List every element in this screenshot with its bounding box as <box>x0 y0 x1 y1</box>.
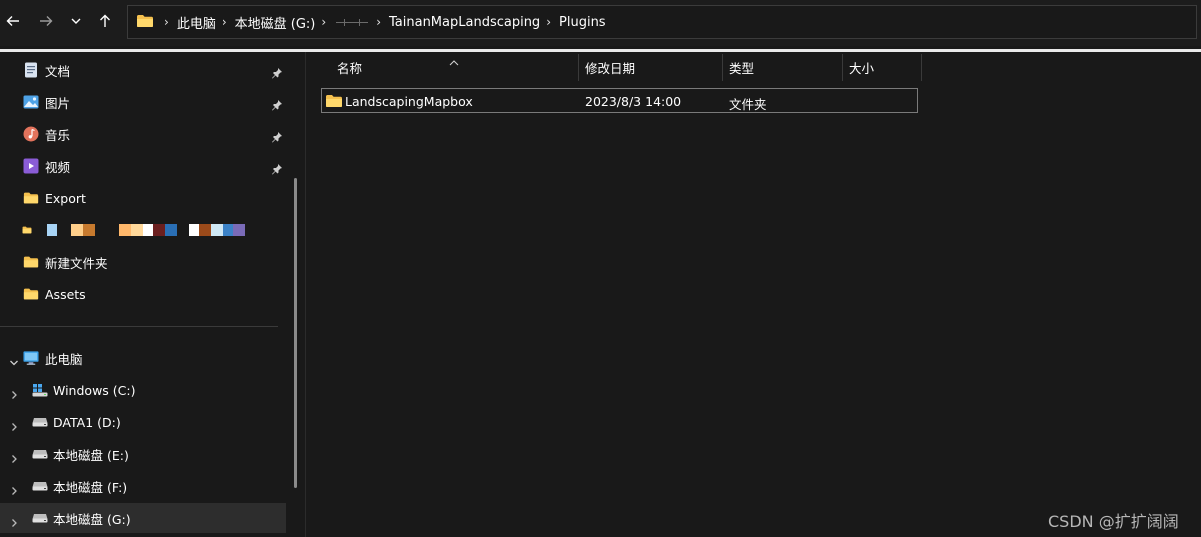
sidebar-item-assets[interactable]: Assets <box>0 279 286 309</box>
sidebar-item-redacted-folder[interactable] <box>0 215 286 245</box>
folder-icon <box>325 93 343 112</box>
breadcrumb-separator[interactable]: › <box>321 15 326 29</box>
breadcrumb-separator[interactable]: › <box>222 15 227 29</box>
breadcrumb-drive-g[interactable]: 本地磁盘 (G:) <box>235 13 316 32</box>
redacted-label <box>47 224 245 236</box>
chevron-right-icon[interactable] <box>9 513 19 532</box>
folder-icon <box>23 254 39 270</box>
sidebar-item-label: 图片 <box>45 95 71 111</box>
videos-icon <box>23 158 39 174</box>
sidebar-item-drive-d[interactable]: DATA1 (D:) <box>0 407 286 437</box>
address-bar[interactable]: › 此电脑 › 本地磁盘 (G:) › › TainanMapLandscapi… <box>127 5 1197 39</box>
sidebar-item-label: 音乐 <box>45 127 71 143</box>
pin-icon[interactable] <box>271 128 283 147</box>
column-header-size[interactable]: 大小 <box>849 54 919 81</box>
pin-icon[interactable] <box>271 96 283 115</box>
navigation-bar: › 此电脑 › 本地磁盘 (G:) › › TainanMapLandscapi… <box>0 0 1201 46</box>
sidebar-item-label: DATA1 (D:) <box>53 414 121 430</box>
column-separator[interactable] <box>921 54 922 81</box>
drive-icon <box>32 510 48 526</box>
pane-divider[interactable] <box>305 52 306 537</box>
breadcrumb-separator[interactable]: › <box>376 15 381 29</box>
column-separator[interactable] <box>722 54 723 81</box>
arrow-left-icon <box>6 16 19 26</box>
file-row[interactable]: LandscapingMapbox 2023/8/3 14:00 文件夹 <box>321 88 918 113</box>
file-type: 文件夹 <box>729 97 767 112</box>
column-header-date[interactable]: 修改日期 <box>585 54 715 81</box>
sidebar-item-drive-e[interactable]: 本地磁盘 (E:) <box>0 439 286 469</box>
folder-icon <box>23 286 39 302</box>
column-header-name[interactable]: 名称 <box>337 54 577 81</box>
sidebar-item-drive-f[interactable]: 本地磁盘 (F:) <box>0 471 286 501</box>
drive-icon <box>32 446 48 462</box>
chevron-right-icon[interactable] <box>9 417 19 436</box>
document-icon <box>23 62 39 78</box>
sidebar-item-label: 新建文件夹 <box>45 255 108 271</box>
arrow-up-icon <box>100 14 110 27</box>
sidebar-item-videos[interactable]: 视频 <box>0 151 286 181</box>
sidebar-item-label: 文档 <box>45 63 71 79</box>
forward-button[interactable] <box>35 8 57 34</box>
chevron-right-icon[interactable] <box>9 481 19 500</box>
sidebar-item-new-folder[interactable]: 新建文件夹 <box>0 247 286 277</box>
sidebar-divider <box>0 326 278 327</box>
chevron-right-icon[interactable] <box>9 385 19 404</box>
breadcrumb-redacted-folder[interactable] <box>334 15 370 29</box>
drive-icon <box>32 414 48 430</box>
column-separator[interactable] <box>578 54 579 81</box>
chevron-down-icon <box>71 18 81 24</box>
sidebar-item-export[interactable]: Export <box>0 183 286 213</box>
breadcrumb-plugins[interactable]: Plugins <box>559 15 606 30</box>
sidebar-item-pictures[interactable]: 图片 <box>0 87 286 117</box>
chevron-right-icon[interactable] <box>9 449 19 468</box>
file-date: 2023/8/3 14:00 <box>585 94 682 109</box>
breadcrumb-separator[interactable]: › <box>164 15 169 29</box>
pin-icon[interactable] <box>271 64 283 83</box>
windows-drive-icon <box>32 382 48 398</box>
sidebar-item-music[interactable]: 音乐 <box>0 119 286 149</box>
sidebar-item-label: 视频 <box>45 159 71 175</box>
file-name: LandscapingMapbox <box>345 94 473 109</box>
arrow-right-icon <box>40 16 53 26</box>
music-icon <box>23 126 39 142</box>
sidebar-scrollbar[interactable] <box>294 178 297 488</box>
chevron-down-icon[interactable] <box>9 353 19 372</box>
folder-icon <box>22 222 32 238</box>
watermark: CSDN @扩扩阔阔 <box>1048 512 1179 531</box>
column-separator[interactable] <box>842 54 843 81</box>
sidebar-item-label: Export <box>45 190 86 206</box>
sidebar-item-drive-g[interactable]: 本地磁盘 (G:) <box>0 503 286 533</box>
folder-icon <box>136 13 154 32</box>
recent-locations-button[interactable] <box>65 8 87 34</box>
pictures-icon <box>23 94 39 110</box>
sidebar-item-label: 本地磁盘 (F:) <box>53 479 128 495</box>
pin-icon[interactable] <box>271 160 283 179</box>
breadcrumb-this-pc[interactable]: 此电脑 <box>177 13 216 32</box>
breadcrumb-tainan[interactable]: TainanMapLandscaping <box>389 15 540 30</box>
up-button[interactable] <box>94 8 116 34</box>
sidebar-item-label: 本地磁盘 (G:) <box>53 511 131 527</box>
sidebar-item-label: 此电脑 <box>45 351 83 367</box>
computer-icon <box>23 350 39 366</box>
breadcrumb-separator[interactable]: › <box>546 15 551 29</box>
drive-icon <box>32 478 48 494</box>
sidebar-item-label: 本地磁盘 (E:) <box>53 447 129 463</box>
column-header-type[interactable]: 类型 <box>729 54 839 81</box>
sidebar-item-this-pc[interactable]: 此电脑 <box>0 343 286 373</box>
file-explorer-window: › 此电脑 › 本地磁盘 (G:) › › TainanMapLandscapi… <box>0 0 1201 537</box>
folder-icon <box>23 190 39 206</box>
back-button[interactable] <box>2 8 24 34</box>
sidebar-item-label: Windows (C:) <box>53 382 136 398</box>
sidebar-item-documents[interactable]: 文档 <box>0 55 286 85</box>
sidebar-item-label: Assets <box>45 286 86 302</box>
navigation-pane: 文档 图片 音乐 视频 Export 新建文件夹 Assets 此电脑 Wind… <box>0 52 290 537</box>
sidebar-item-drive-c[interactable]: Windows (C:) <box>0 375 286 405</box>
